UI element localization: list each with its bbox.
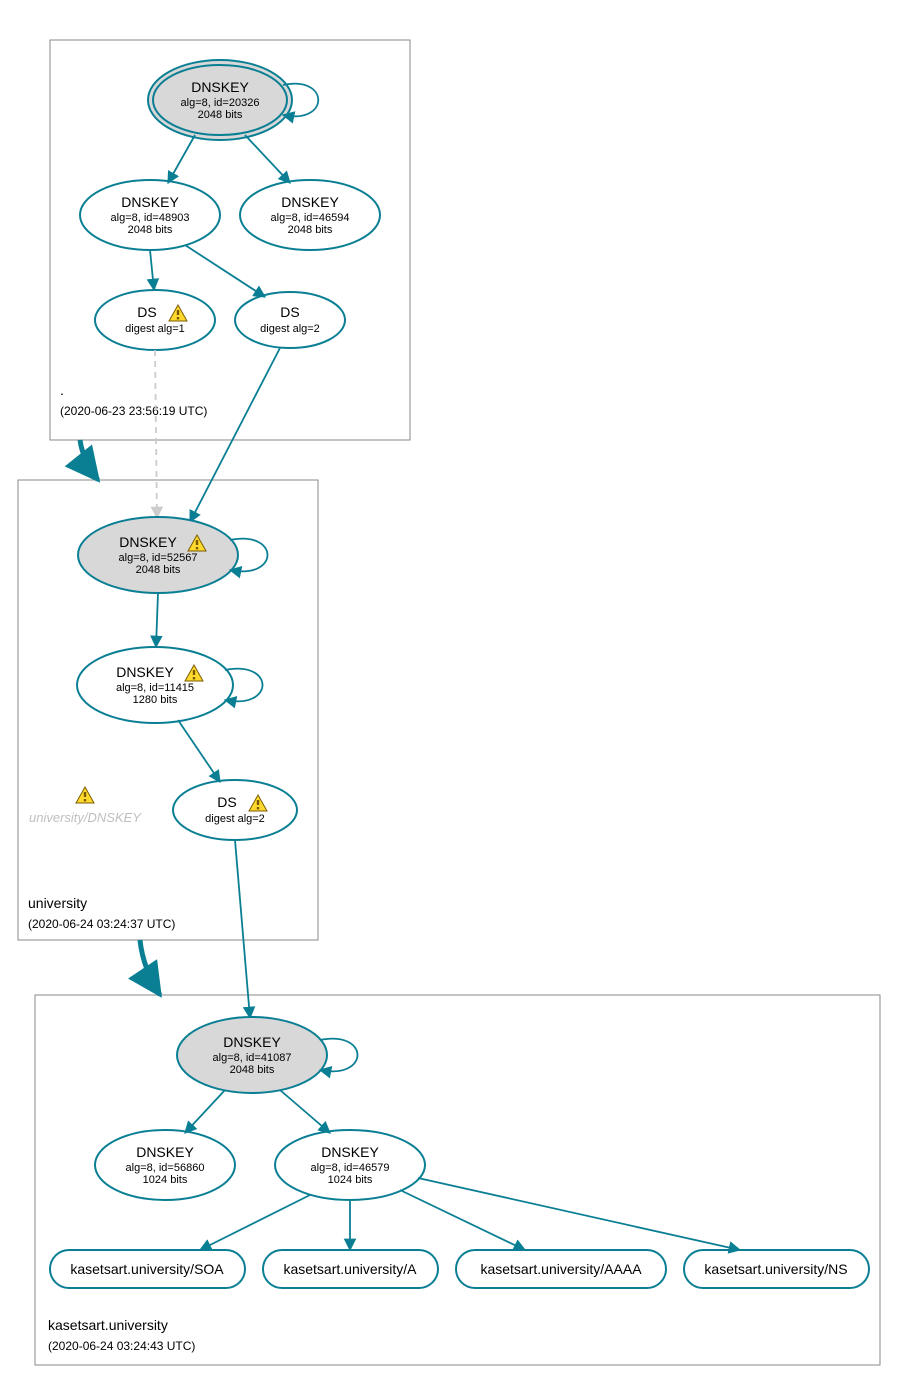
svg-text:DNSKEY: DNSKEY	[136, 1144, 194, 1160]
node-root-ds2[interactable]: DS digest alg=2	[235, 292, 345, 348]
rr-ns[interactable]: kasetsart.university/NS	[684, 1250, 869, 1288]
svg-text:alg=8, id=46579: alg=8, id=46579	[311, 1162, 390, 1174]
node-kasetsart-zsk-46579[interactable]: DNSKEY alg=8, id=46579 1024 bits	[275, 1130, 425, 1200]
svg-text:kasetsart.university/A: kasetsart.university/A	[283, 1261, 417, 1277]
edge-rootksk-zsk1	[168, 135, 195, 183]
edge-ds2-uniksk	[190, 348, 280, 522]
svg-text:kasetsart.university/SOA: kasetsart.university/SOA	[70, 1261, 224, 1277]
zone-root-label: .	[60, 382, 64, 398]
node-university-ksk[interactable]: DNSKEY alg=8, id=52567 2048 bits	[78, 517, 238, 593]
edge-kasksk-zsk1	[185, 1090, 225, 1133]
svg-text:1024 bits: 1024 bits	[143, 1174, 188, 1186]
zone-university-label: university	[28, 895, 87, 911]
svg-text:DNSKEY: DNSKEY	[223, 1034, 281, 1050]
node-kasetsart-zsk-56860[interactable]: DNSKEY alg=8, id=56860 1024 bits	[95, 1130, 235, 1200]
svg-text:DNSKEY: DNSKEY	[116, 664, 174, 680]
edge-zsk2-soa	[200, 1195, 310, 1250]
node-kasetsart-ksk[interactable]: DNSKEY alg=8, id=41087 2048 bits	[177, 1017, 327, 1093]
svg-text:1024 bits: 1024 bits	[328, 1174, 373, 1186]
svg-text:alg=8, id=56860: alg=8, id=56860	[126, 1162, 205, 1174]
node-root-ksk[interactable]: DNSKEY alg=8, id=20326 2048 bits	[148, 60, 292, 140]
edge-rootksk-zsk2	[245, 135, 290, 183]
dnssec-graph: . (2020-06-23 23:56:19 UTC) DNSKEY alg=8…	[0, 0, 911, 1399]
svg-text:DS: DS	[137, 304, 156, 320]
svg-text:2048 bits: 2048 bits	[230, 1064, 275, 1076]
rr-soa[interactable]: kasetsart.university/SOA	[50, 1250, 245, 1288]
svg-text:alg=8, id=46594: alg=8, id=46594	[271, 212, 350, 224]
zone-root-timestamp: (2020-06-23 23:56:19 UTC)	[60, 404, 207, 418]
rr-aaaa[interactable]: kasetsart.university/AAAA	[456, 1250, 666, 1288]
svg-text:2048 bits: 2048 bits	[136, 564, 181, 576]
node-root-ds1[interactable]: DS digest alg=1	[95, 290, 215, 350]
svg-text:alg=8, id=48903: alg=8, id=48903	[111, 212, 190, 224]
edge-unizsk-unids	[178, 720, 220, 782]
svg-text:2048 bits: 2048 bits	[128, 224, 173, 236]
ghost-university-dnskey: university/DNSKEY	[29, 787, 142, 825]
node-root-zsk-48903[interactable]: DNSKEY alg=8, id=48903 2048 bits	[80, 180, 220, 250]
svg-text:DNSKEY: DNSKEY	[281, 194, 339, 210]
node-root-zsk-46594[interactable]: DNSKEY alg=8, id=46594 2048 bits	[240, 180, 380, 250]
edge-university-to-kasetsart	[140, 940, 160, 995]
svg-text:1280 bits: 1280 bits	[133, 694, 178, 706]
zone-university-timestamp: (2020-06-24 03:24:37 UTC)	[28, 917, 175, 931]
svg-text:2048 bits: 2048 bits	[198, 109, 243, 121]
svg-text:kasetsart.university/NS: kasetsart.university/NS	[704, 1261, 847, 1277]
svg-text:digest alg=2: digest alg=2	[205, 813, 265, 825]
svg-text:DNSKEY: DNSKEY	[119, 534, 177, 550]
edge-zsk1-ds2	[185, 245, 265, 297]
zone-kasetsart-label: kasetsart.university	[48, 1317, 168, 1333]
svg-text:alg=8, id=20326: alg=8, id=20326	[181, 97, 260, 109]
edge-uniksk-unizsk	[156, 593, 158, 647]
svg-text:DNSKEY: DNSKEY	[191, 79, 249, 95]
svg-text:alg=8, id=11415: alg=8, id=11415	[116, 682, 194, 694]
svg-text:digest alg=2: digest alg=2	[260, 323, 320, 335]
svg-text:DS: DS	[280, 304, 299, 320]
svg-text:DNSKEY: DNSKEY	[121, 194, 179, 210]
edge-ds1-uniksk	[155, 350, 157, 518]
svg-text:2048 bits: 2048 bits	[288, 224, 333, 236]
edge-zsk2-aaaa	[400, 1190, 525, 1250]
edge-zsk2-ns	[418, 1178, 740, 1250]
svg-text:DS: DS	[217, 794, 236, 810]
svg-text:alg=8, id=41087: alg=8, id=41087	[213, 1052, 292, 1064]
warning-icon	[76, 787, 94, 803]
edge-root-to-university	[80, 440, 98, 480]
svg-text:kasetsart.university/AAAA: kasetsart.university/AAAA	[480, 1261, 642, 1277]
edge-unids-kasksk	[235, 840, 250, 1018]
node-university-zsk[interactable]: DNSKEY alg=8, id=11415 1280 bits	[77, 647, 233, 723]
svg-text:university/DNSKEY: university/DNSKEY	[29, 810, 142, 825]
svg-text:alg=8, id=52567: alg=8, id=52567	[119, 552, 198, 564]
edge-kasksk-zsk2	[280, 1090, 330, 1133]
svg-text:digest alg=1: digest alg=1	[125, 323, 185, 335]
svg-text:DNSKEY: DNSKEY	[321, 1144, 379, 1160]
rr-a[interactable]: kasetsart.university/A	[263, 1250, 438, 1288]
edge-zsk1-ds1	[150, 250, 154, 290]
zone-kasetsart-timestamp: (2020-06-24 03:24:43 UTC)	[48, 1339, 195, 1353]
node-university-ds[interactable]: DS digest alg=2	[173, 780, 297, 840]
